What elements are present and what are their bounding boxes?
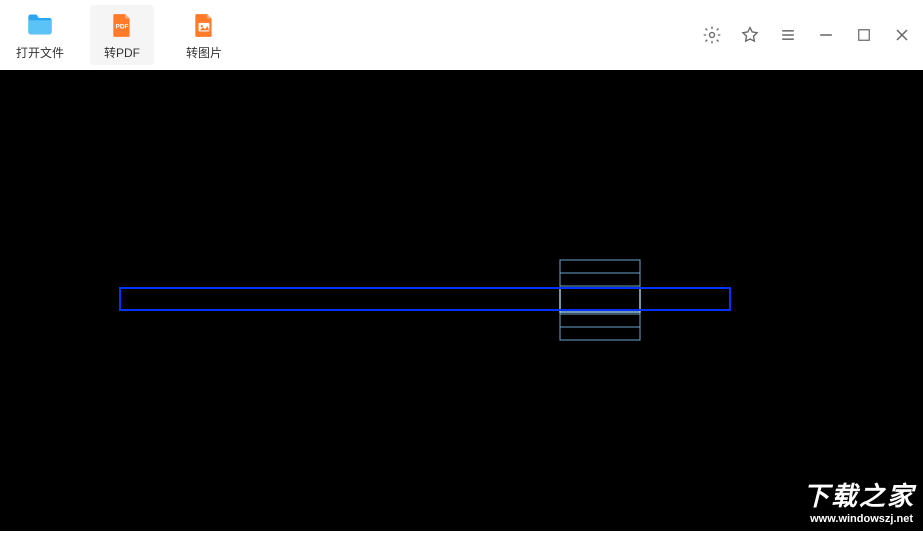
open-file-label: 打开文件: [16, 44, 64, 61]
minimize-button[interactable]: [813, 22, 839, 48]
to-image-button[interactable]: 转图片: [172, 5, 236, 65]
toolbar-left-group: 打开文件 PDF 转PDF 转图片: [8, 5, 236, 65]
cad-table-box: [560, 260, 640, 340]
cad-blue-bar: [120, 288, 730, 310]
star-icon[interactable]: [737, 22, 763, 48]
pdf-icon: PDF: [107, 10, 137, 40]
open-file-button[interactable]: 打开文件: [8, 5, 72, 65]
menu-icon[interactable]: [775, 22, 801, 48]
to-pdf-button[interactable]: PDF 转PDF: [90, 5, 154, 65]
drawing-canvas[interactable]: [0, 70, 923, 531]
cad-drawing: [0, 70, 923, 531]
cad-selected-cell: [560, 288, 640, 312]
toolbar-right-group: [699, 0, 915, 70]
maximize-button[interactable]: [851, 22, 877, 48]
svg-text:PDF: PDF: [116, 23, 129, 30]
to-image-label: 转图片: [186, 44, 222, 61]
toolbar: 打开文件 PDF 转PDF 转图片: [0, 0, 923, 70]
to-pdf-label: 转PDF: [104, 44, 140, 61]
gear-icon[interactable]: [699, 22, 725, 48]
folder-icon: [25, 10, 55, 40]
image-icon: [189, 10, 219, 40]
close-button[interactable]: [889, 22, 915, 48]
